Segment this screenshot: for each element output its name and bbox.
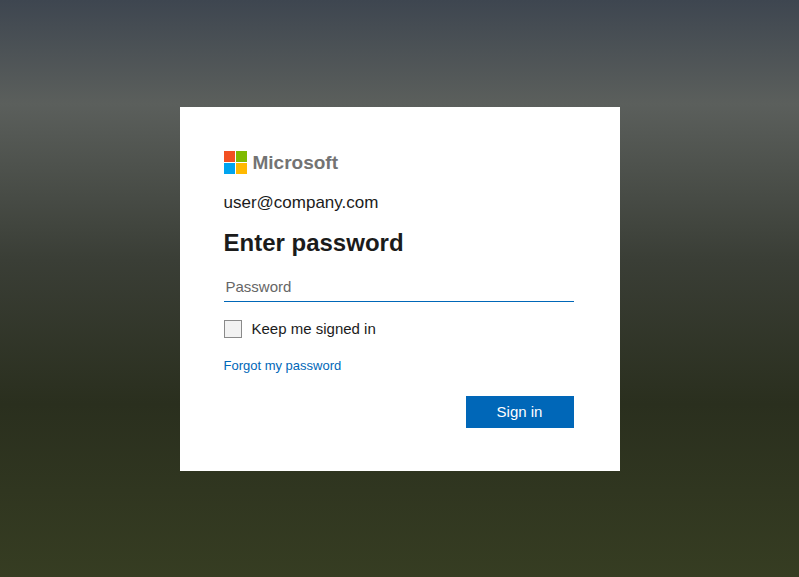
page-heading: Enter password — [224, 227, 576, 259]
login-page: Microsoft user@company.com Enter password K… — [0, 0, 799, 577]
keep-signed-in-label[interactable]: Keep me signed in — [252, 320, 376, 337]
forgot-password-link[interactable]: Forgot my password — [224, 358, 342, 373]
login-card: Microsoft user@company.com Enter password K… — [180, 107, 620, 471]
microsoft-logo-icon — [224, 151, 247, 174]
password-field[interactable] — [224, 272, 574, 302]
microsoft-logo: Microsoft — [224, 151, 576, 175]
keep-signed-in[interactable]: Keep me signed in — [224, 318, 576, 340]
keep-signed-in-checkbox[interactable] — [224, 320, 242, 338]
account-email: user@company.com — [224, 191, 576, 215]
logo-text: Microsoft — [253, 152, 339, 174]
sign-in-button[interactable]: Sign in — [466, 396, 574, 428]
